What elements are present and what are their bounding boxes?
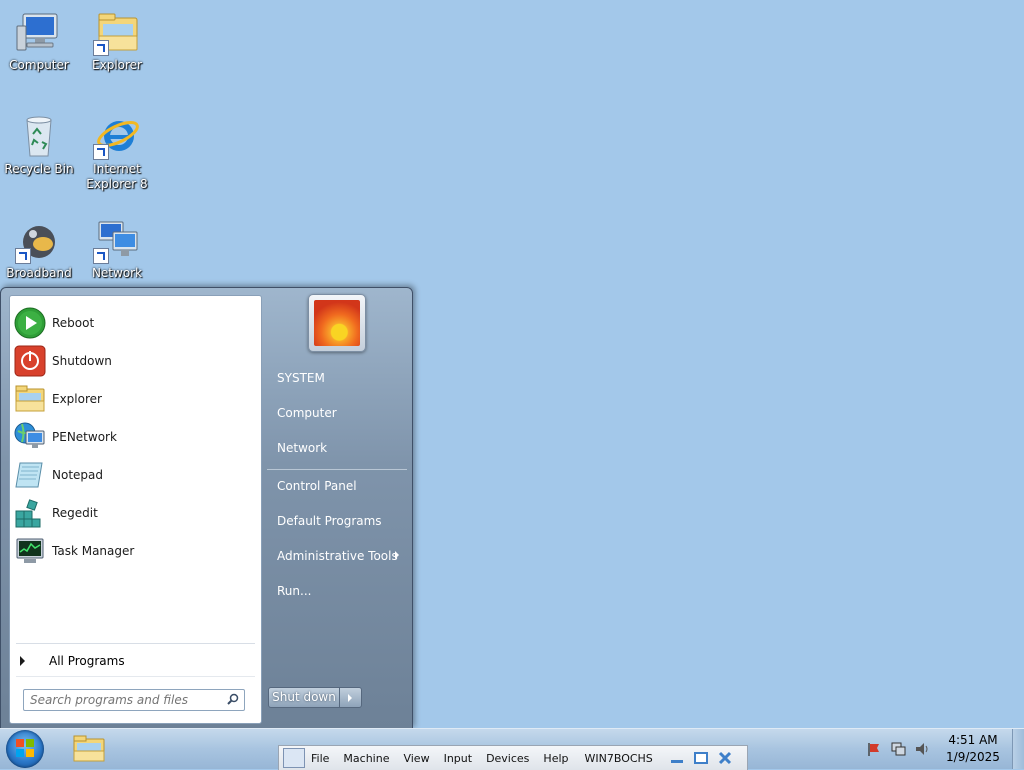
desktop-icon-broadband[interactable]: Broadband (1, 216, 77, 281)
program-label: PENetwork (52, 430, 117, 444)
programs-pane: Reboot Shutdown Explorer PENetwork Notep… (9, 295, 262, 724)
desktop-icon-label: Internet Explorer 8 (86, 162, 148, 191)
task-manager-icon (14, 535, 46, 567)
shortcut-arrow-icon (93, 144, 109, 160)
search-input[interactable] (30, 692, 215, 707)
program-label: Explorer (52, 392, 102, 406)
program-item-explorer[interactable]: Explorer (14, 382, 257, 416)
clock-date[interactable]: 1/9/2025 (940, 750, 1006, 764)
program-label: Reboot (52, 316, 95, 330)
program-item-regedit[interactable]: Regedit (14, 496, 257, 530)
desktop-icon-computer[interactable]: Computer (1, 8, 77, 73)
desktop-icon-internet-explorer[interactable]: Internet Explorer 8 (79, 112, 155, 192)
minimize-icon[interactable] (669, 751, 685, 765)
security-flag-icon[interactable] (866, 741, 882, 757)
vbox-menu-devices[interactable]: Devices (486, 752, 529, 765)
vbox-menu-input[interactable]: Input (444, 752, 472, 765)
network-tray-icon[interactable] (890, 741, 906, 757)
program-item-task-manager[interactable]: Task Manager (14, 534, 257, 568)
shut-down-button[interactable]: Shut down (268, 687, 340, 708)
all-programs-button[interactable]: All Programs (20, 651, 255, 671)
separator (267, 468, 407, 470)
folder-explorer-icon (93, 8, 141, 56)
search-icon[interactable] (227, 693, 239, 705)
desktop-icon-network[interactable]: Network (79, 216, 155, 281)
right-item-network[interactable]: Network (269, 434, 407, 462)
chevron-right-icon (348, 694, 352, 702)
program-item-shutdown[interactable]: Shutdown (14, 344, 257, 378)
start-button[interactable] (6, 730, 44, 768)
explorer-icon (14, 383, 46, 415)
desktop-icon-label: Explorer (92, 58, 142, 72)
shut-down-options-button[interactable] (339, 687, 362, 708)
vbox-menu-file[interactable]: File (311, 752, 329, 765)
recycle-bin-icon (15, 112, 63, 160)
chevron-right-icon (395, 551, 399, 559)
search-box[interactable] (23, 689, 245, 711)
desktop-icon-label: Recycle Bin (4, 162, 74, 176)
program-label: Notepad (52, 468, 103, 482)
clock-time[interactable]: 4:51 AM (940, 733, 1006, 747)
desktop-icon-recycle-bin[interactable]: Recycle Bin (1, 112, 77, 177)
desktop-icon-label: Broadband (6, 266, 72, 280)
pin-icon[interactable] (283, 748, 305, 768)
program-label: Shutdown (52, 354, 112, 368)
desktop-icon-label: Computer (9, 58, 69, 72)
reboot-icon (14, 307, 46, 339)
right-item-default-programs[interactable]: Default Programs (269, 507, 407, 535)
right-item-run[interactable]: Run... (269, 577, 407, 605)
internet-explorer-icon (93, 112, 141, 160)
notepad-icon (14, 459, 46, 491)
taskbar-explorer-button[interactable] (70, 733, 108, 765)
broadband-icon (15, 216, 63, 264)
right-item-computer[interactable]: Computer (269, 399, 407, 427)
vm-title: WIN7BOCHS (584, 751, 653, 765)
chevron-right-icon (20, 656, 25, 666)
program-item-notepad[interactable]: Notepad (14, 458, 257, 492)
folder-icon (73, 735, 105, 762)
program-item-reboot[interactable]: Reboot (14, 306, 257, 340)
shortcut-arrow-icon (93, 40, 109, 56)
right-item-label: Computer (277, 406, 337, 420)
right-item-control-panel[interactable]: Control Panel (269, 472, 407, 500)
desktop-icon-explorer[interactable]: Explorer (79, 8, 155, 73)
right-item-system[interactable]: SYSTEM (269, 364, 407, 392)
desktop-icon-label: Network (91, 266, 143, 280)
vbox-menu-machine[interactable]: Machine (343, 752, 389, 765)
user-picture[interactable] (308, 294, 366, 352)
virtualbox-mini-toolbar: File Machine View Input Devices Help WIN… (278, 745, 748, 770)
right-item-label: SYSTEM (277, 371, 325, 385)
right-item-label: Run... (277, 584, 312, 598)
show-desktop-button[interactable] (1012, 729, 1024, 769)
taskbar: File Machine View Input Devices Help WIN… (0, 728, 1024, 770)
penetwork-icon (14, 421, 46, 453)
shutdown-icon (14, 345, 46, 377)
windows-logo-icon (16, 739, 34, 757)
computer-icon (15, 8, 63, 56)
program-label: Task Manager (52, 544, 135, 558)
regedit-icon (14, 497, 46, 529)
all-programs-label: All Programs (49, 654, 125, 668)
separator (16, 676, 255, 677)
volume-icon[interactable] (914, 741, 930, 757)
shortcut-arrow-icon (93, 248, 109, 264)
program-item-penetwork[interactable]: PENetwork (14, 420, 257, 454)
vbox-menu-help[interactable]: Help (543, 752, 568, 765)
right-item-label: Administrative Tools (277, 549, 398, 563)
separator (16, 643, 255, 644)
program-label: Regedit (52, 506, 98, 520)
restore-icon[interactable] (693, 751, 709, 765)
right-item-label: Default Programs (277, 514, 382, 528)
close-icon[interactable] (717, 751, 733, 765)
right-item-label: Network (277, 441, 328, 455)
start-menu: Reboot Shutdown Explorer PENetwork Notep… (0, 287, 413, 729)
system-tray (862, 737, 942, 761)
shortcut-arrow-icon (15, 248, 31, 264)
network-icon (93, 216, 141, 264)
vbox-menu-view[interactable]: View (403, 752, 429, 765)
user-avatar-flower-icon (314, 300, 360, 346)
right-item-administrative-tools[interactable]: Administrative Tools (269, 542, 407, 570)
right-item-label: Control Panel (277, 479, 357, 493)
